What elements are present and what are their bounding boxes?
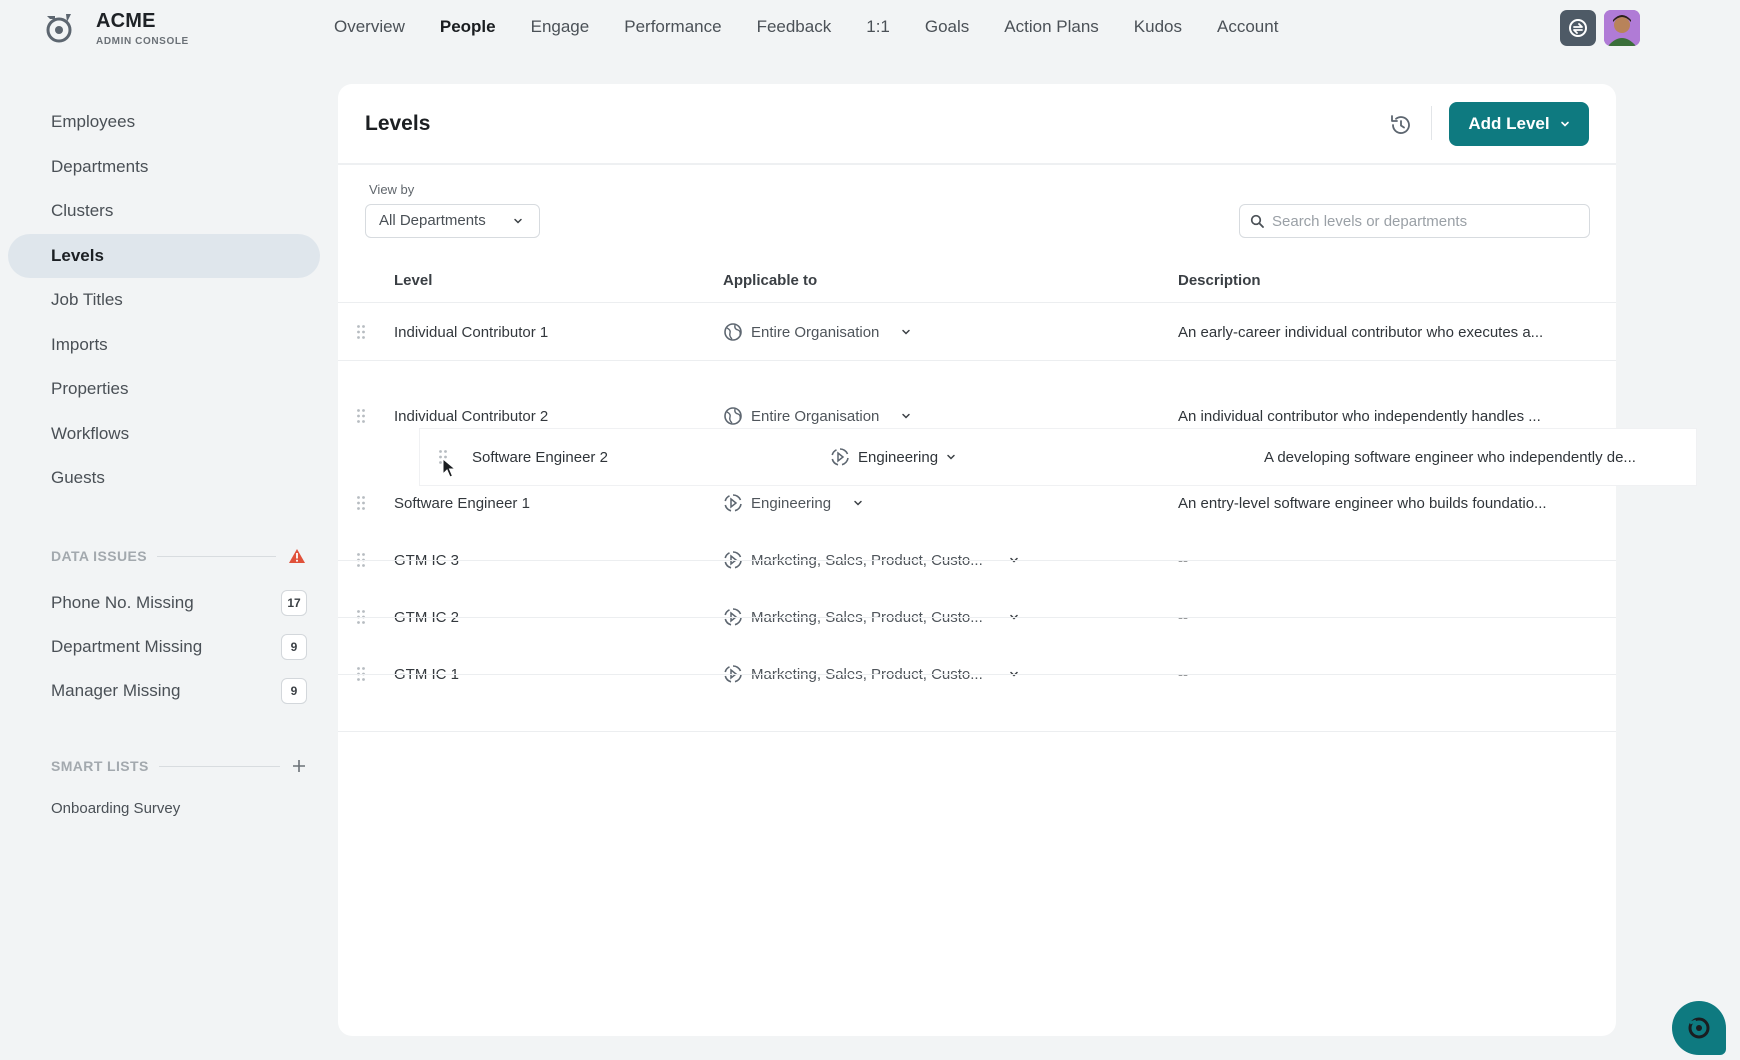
row-divider [338,731,1616,732]
row-divider [338,560,1616,561]
toolbar-divider [1431,106,1432,140]
switch-app-button[interactable] [1560,10,1596,46]
nav-item-engage[interactable]: Engage [531,17,590,37]
globe-icon [724,323,742,341]
department-icon [831,448,849,466]
sidebar-item-properties[interactable]: Properties [8,367,320,411]
level-name: Individual Contributor 1 [394,323,549,341]
header-row-divider [338,302,1616,303]
nav-item-overview[interactable]: Overview [334,17,405,37]
chat-icon [1688,1017,1710,1039]
row-divider [338,617,1616,618]
search-input[interactable] [1272,212,1572,230]
data-issue-label: Department Missing [51,637,203,656]
divider [158,765,280,767]
page-title: Levels [365,112,431,135]
help-chat-button[interactable] [1672,1001,1726,1055]
levels-card: Levels Add Level View by All Departments… [338,84,1616,1036]
data-issue-department-missing[interactable]: Department Missing 9 [51,634,307,660]
sidebar-item-levels[interactable]: Levels [8,233,320,278]
history-icon[interactable] [1388,112,1414,138]
sidebar-item-employees[interactable]: Employees [8,100,320,144]
column-header-applicable-to: Applicable to [723,272,818,289]
dragging-row[interactable]: Software Engineer 2 Engineering A develo… [420,429,1696,485]
nav-item-action-plans[interactable]: Action Plans [1004,17,1099,37]
nav-item-performance[interactable]: Performance [624,17,721,37]
chevron-down-icon [902,413,911,419]
brand-subtitle: ADMIN CONSOLE [96,36,189,47]
data-issues-heading: DATA ISSUES [51,548,306,564]
department-icon [724,494,742,512]
smart-lists-heading: SMART LISTS [51,758,306,774]
sidebar-item-departments[interactable]: Departments [8,145,320,189]
add-level-label: Add Level [1468,114,1550,133]
level-name: Software Engineer 2 [472,448,608,466]
data-issue-label: Phone No. Missing [51,593,194,612]
column-header-description: Description [1178,272,1261,289]
count-badge: 9 [281,678,307,704]
view-by-label: View by [369,182,415,197]
data-issue-manager-missing[interactable]: Manager Missing 9 [51,678,307,704]
sidebar-item-clusters[interactable]: Clusters [8,189,320,233]
add-level-button[interactable]: Add Level [1449,102,1589,146]
level-description: A developing software engineer who indep… [1264,448,1636,466]
drag-handle-icon[interactable] [356,495,366,511]
globe-icon [724,407,742,425]
count-badge: 9 [281,634,307,660]
search-icon [1250,214,1264,228]
acme-logo-icon[interactable] [40,10,76,46]
column-header-level: Level [394,272,433,289]
drag-handle-icon[interactable] [356,408,366,424]
nav-item-account[interactable]: Account [1217,17,1278,37]
data-issue-phone-no-missing[interactable]: Phone No. Missing 17 [51,590,307,616]
applicable-to-label: Engineering [751,494,832,512]
top-bar: ACME ADMIN CONSOLE Overview People Engage P… [0,0,1740,58]
level-description: An early-career individual contributor w… [1178,323,1544,341]
switch-icon [1569,19,1587,37]
row-divider [338,360,1616,361]
applicable-to-dropdown[interactable]: Entire Organisation [723,304,911,360]
nav-item-feedback[interactable]: Feedback [757,17,832,37]
department-filter-select[interactable]: All Departments [365,204,540,238]
department-filter-value: All Departments [379,212,486,229]
sidebar-item-imports[interactable]: Imports [8,323,320,367]
chevron-down-icon [1560,121,1569,127]
add-smart-list-icon[interactable] [292,759,306,773]
applicable-to-label: Entire Organisation [751,323,880,341]
table-row[interactable]: Individual Contributor 1 Entire Organisat… [338,304,1616,360]
smart-list-item-onboarding-survey[interactable]: Onboarding Survey [51,800,180,817]
nav-item-kudos[interactable]: Kudos [1134,17,1182,37]
applicable-to-label: Entire Organisation [751,407,880,425]
search-box[interactable] [1239,204,1590,238]
avatar-image-icon [1604,10,1640,46]
nav-item-goals[interactable]: Goals [925,17,969,37]
count-badge: 17 [281,590,307,616]
header-divider [338,163,1616,165]
chevron-down-icon [854,500,862,506]
sidebar-item-job-titles[interactable]: Job Titles [8,278,320,322]
brand-name: ACME [96,10,156,32]
nav-item-1-1[interactable]: 1:1 [866,17,890,37]
applicable-to-dropdown[interactable]: Engineering [830,429,956,485]
user-avatar[interactable] [1604,10,1640,46]
main-nav: Overview People Engage Performance Feedback 1… [334,17,1313,37]
divider [156,555,276,557]
drag-handle-icon[interactable] [356,324,366,340]
chevron-down-icon [947,454,955,460]
applicable-to-label: Engineering [858,448,939,466]
sidebar-item-guests[interactable]: Guests [8,456,320,500]
warning-icon [289,549,305,563]
mouse-cursor-icon [442,458,456,478]
brand[interactable]: ACME ADMIN CONSOLE [96,10,189,47]
sidebar-item-workflows[interactable]: Workflows [8,412,320,456]
data-issue-label: Manager Missing [51,681,181,700]
chevron-down-icon [902,329,911,335]
chevron-down-icon [514,218,522,224]
row-divider [338,674,1616,675]
nav-item-people[interactable]: People [440,17,496,37]
